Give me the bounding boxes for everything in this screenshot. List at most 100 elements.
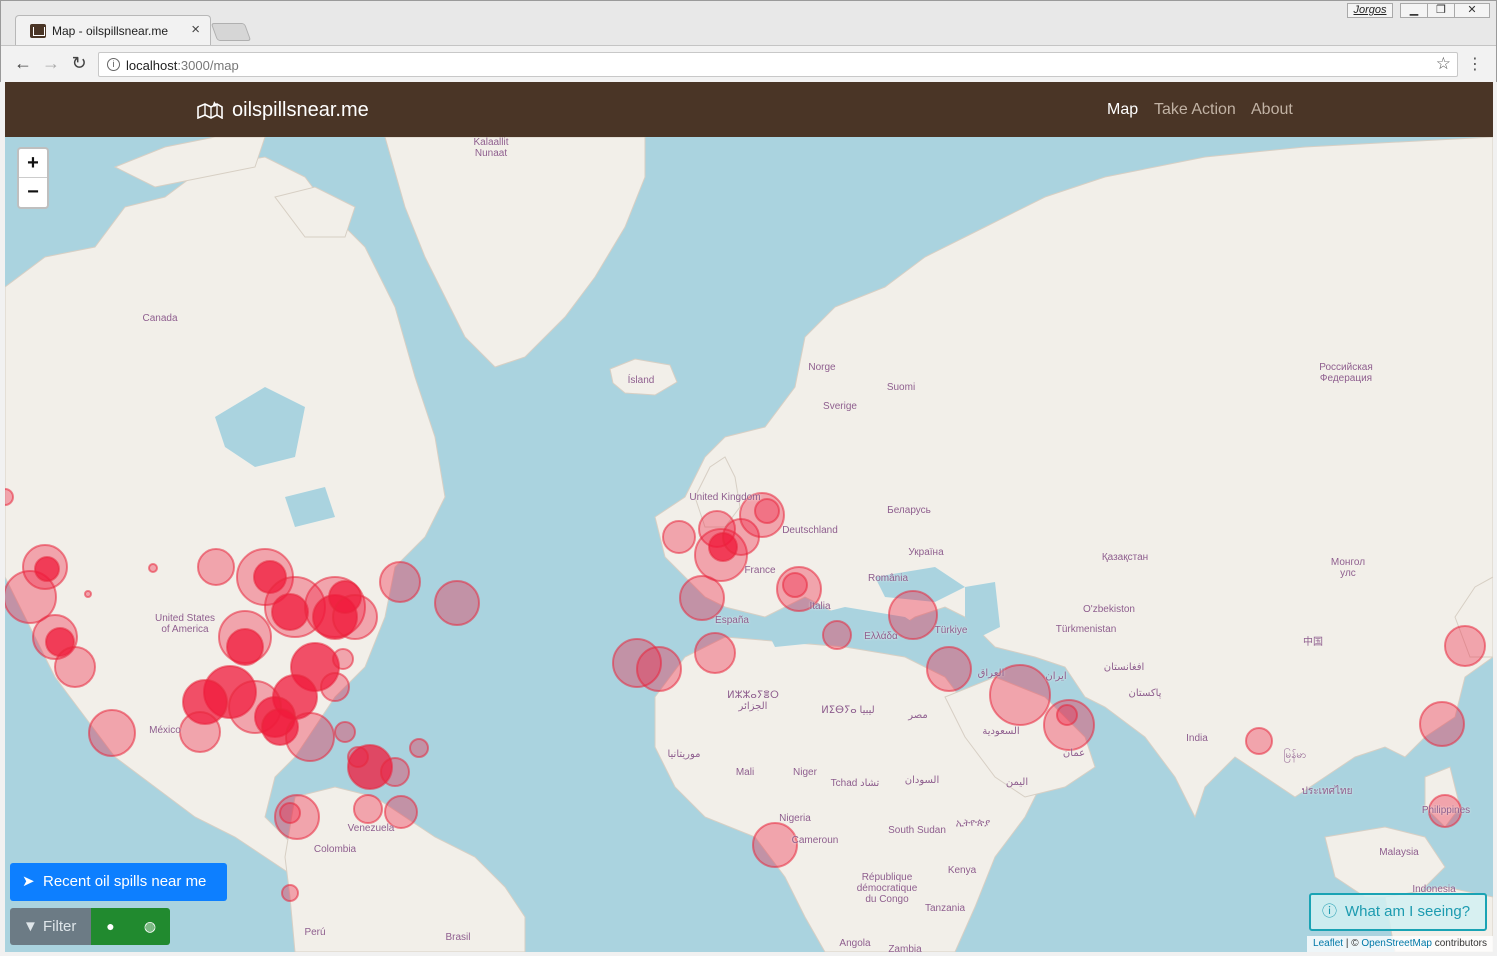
spill-marker[interactable]: [334, 721, 356, 743]
spill-marker[interactable]: [636, 646, 682, 692]
spill-marker[interactable]: [320, 672, 350, 702]
spill-marker[interactable]: [285, 712, 335, 762]
star-icon[interactable]: ☆: [1436, 54, 1451, 74]
zoom-out-button[interactable]: −: [19, 178, 47, 207]
leaflet-link[interactable]: Leaflet: [1313, 938, 1343, 949]
spill-marker[interactable]: [332, 648, 354, 670]
tab-title: Map - oilspillsnear.me: [52, 24, 169, 38]
spill-marker[interactable]: [279, 802, 301, 824]
spill-marker[interactable]: [148, 563, 158, 573]
spill-marker[interactable]: [271, 593, 309, 631]
map-country-label: Brasil: [445, 932, 471, 943]
browser-tab[interactable]: Map - oilspillsnear.me ×: [15, 15, 211, 45]
spill-marker[interactable]: [752, 822, 798, 868]
map-view[interactable]: Kalaallit Nunaat Canada Ísland Norge Suomi Sve…: [5, 137, 1493, 952]
close-tab-icon[interactable]: ×: [191, 21, 200, 38]
url-text: localhost:3000/map: [126, 58, 239, 73]
map-country-label: ⵍⵉⴱⵢⴰ ليبيا: [821, 705, 875, 716]
map-country-label: United States of America: [154, 613, 216, 635]
map-country-label: Malaysia: [1379, 847, 1419, 858]
minimize-button[interactable]: ▁: [1400, 3, 1428, 18]
recent-spills-button[interactable]: ➤ Recent oil spills near me: [10, 863, 227, 901]
spill-marker[interactable]: [1419, 701, 1465, 747]
forward-icon[interactable]: →: [40, 52, 62, 74]
app-navbar: oilspillsnear.me Map Take Action About: [5, 82, 1493, 137]
spill-marker[interactable]: [5, 488, 14, 506]
spill-marker[interactable]: [54, 646, 96, 688]
map-country-label: عمان: [1062, 748, 1086, 759]
zoom-control: + −: [17, 147, 49, 209]
oil-map-logo-icon: [197, 101, 223, 119]
map-country-label: O'zbekiston: [1083, 604, 1135, 615]
spill-marker[interactable]: [332, 594, 378, 640]
spill-marker[interactable]: [1444, 625, 1486, 667]
nav-take-action[interactable]: Take Action: [1154, 101, 1236, 119]
map-country-label: Perú: [304, 927, 326, 938]
info-circle-icon: ⓘ: [1322, 903, 1338, 920]
spill-marker[interactable]: [782, 572, 808, 598]
spill-marker[interactable]: [926, 646, 972, 692]
map-country-label: اليمن: [1005, 777, 1029, 788]
restore-button[interactable]: ❐: [1427, 3, 1455, 18]
spill-marker[interactable]: [1245, 727, 1273, 755]
map-country-label: ⵍⵣⵣⴰⵢⴻⵔ الجزائر: [727, 690, 779, 712]
spill-marker[interactable]: [197, 548, 235, 586]
map-country-label: Niger: [793, 767, 817, 778]
spill-marker[interactable]: [347, 746, 369, 768]
address-bar[interactable]: i localhost:3000/map ☆: [98, 52, 1458, 77]
map-country-label: Ísland: [627, 375, 655, 386]
spill-marker[interactable]: [353, 794, 383, 824]
globe-filter-button[interactable]: ◍: [130, 908, 170, 945]
back-icon[interactable]: ←: [12, 52, 34, 74]
map-country-label: Zambia: [888, 944, 922, 952]
map-country-label: ኢትዮጵያ: [955, 818, 991, 829]
spill-marker[interactable]: [379, 561, 421, 603]
spill-marker[interactable]: [84, 590, 92, 598]
map-country-label: India: [1186, 733, 1208, 744]
spill-marker[interactable]: [88, 709, 136, 757]
spill-marker[interactable]: [679, 575, 725, 621]
world-basemap: [5, 137, 1493, 952]
brand-link[interactable]: oilspillsnear.me: [232, 99, 369, 122]
map-country-label: السعودية: [982, 726, 1020, 737]
spill-marker[interactable]: [662, 520, 696, 554]
spill-marker[interactable]: [179, 711, 221, 753]
nav-about[interactable]: About: [1251, 101, 1293, 119]
spill-marker[interactable]: [409, 738, 429, 758]
osm-link[interactable]: OpenStreetMap: [1361, 938, 1432, 949]
map-country-label: Venezuela: [347, 823, 395, 834]
map-country-label: Беларусь: [887, 505, 931, 516]
map-country-label: پاکستان: [1128, 688, 1162, 699]
spill-marker[interactable]: [694, 632, 736, 674]
spill-marker[interactable]: [434, 580, 480, 626]
nav-map[interactable]: Map: [1107, 101, 1138, 119]
zoom-in-button[interactable]: +: [19, 149, 47, 178]
what-am-i-seeing-button[interactable]: ⓘ What am I seeing?: [1309, 893, 1487, 931]
spill-marker[interactable]: [822, 620, 852, 650]
map-country-label: موريتانيا: [667, 749, 701, 760]
close-window-button[interactable]: ✕: [1454, 3, 1490, 18]
map-country-label: République démocratique du Congo: [856, 872, 918, 905]
spill-marker[interactable]: [380, 757, 410, 787]
filter-button[interactable]: ▼ Filter: [10, 908, 91, 945]
map-country-label: Norge: [808, 362, 836, 373]
spill-marker[interactable]: [1056, 704, 1078, 726]
menu-icon[interactable]: ⋮: [1467, 54, 1483, 74]
map-country-label: México: [149, 725, 181, 736]
map-country-label: France: [744, 565, 776, 576]
map-country-label: Suomi: [886, 382, 916, 393]
profile-button[interactable]: Jorgos: [1347, 3, 1393, 18]
oil-filter-button[interactable]: ●: [91, 908, 131, 945]
reload-icon[interactable]: ↻: [68, 52, 90, 74]
new-tab-button[interactable]: [210, 23, 252, 41]
map-country-label: Российская Федерация: [1319, 362, 1373, 384]
map-country-label: Қазақстан: [1101, 552, 1149, 563]
spill-marker[interactable]: [34, 556, 60, 582]
info-icon[interactable]: i: [107, 58, 120, 71]
spill-marker[interactable]: [281, 884, 299, 902]
map-country-label: مصر: [908, 710, 928, 721]
spill-marker[interactable]: [226, 628, 264, 666]
map-country-label: العراق: [977, 668, 1005, 679]
globe-icon: ◍: [143, 918, 157, 934]
map-country-label: South Sudan: [888, 825, 946, 836]
